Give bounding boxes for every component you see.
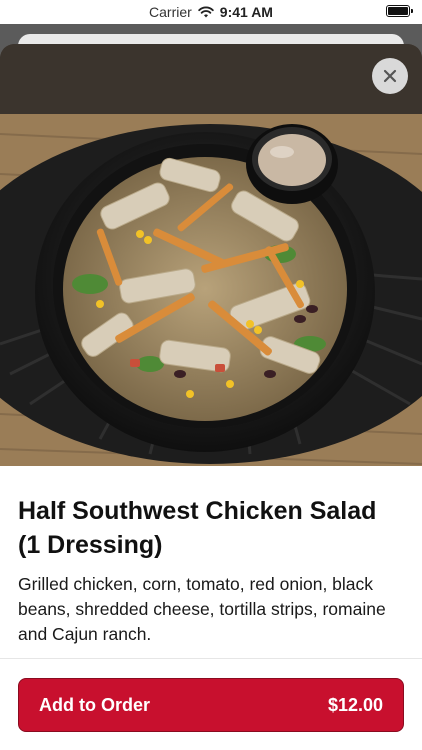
item-price: $12.00 [327, 694, 383, 715]
add-to-order-label: Add to Order [39, 694, 150, 715]
add-to-order-button[interactable]: Add to Order $12.00 [18, 678, 404, 732]
close-icon [383, 69, 397, 83]
item-details: Half Southwest Chicken Salad (1 Dressing… [18, 494, 404, 647]
wifi-icon [198, 6, 214, 18]
battery-icon [386, 5, 413, 17]
divider [0, 658, 422, 659]
salad-photo [0, 44, 422, 466]
item-detail-sheet: Half Southwest Chicken Salad (1 Dressing… [0, 44, 422, 750]
close-button[interactable] [372, 58, 408, 94]
item-title: Half Southwest Chicken Salad (1 Dressing… [18, 497, 377, 559]
carrier-label: Carrier [149, 4, 192, 20]
status-bar: Carrier 9:41 AM [0, 0, 422, 24]
status-time: 9:41 AM [219, 4, 273, 20]
item-description: Grilled chicken, corn, tomato, red onion… [18, 574, 386, 644]
